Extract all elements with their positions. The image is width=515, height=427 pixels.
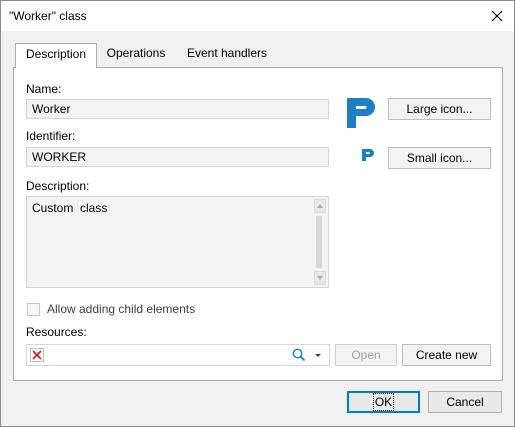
name-field[interactable]: Worker (26, 99, 329, 119)
description-text: Custom class (32, 201, 108, 215)
description-label: Description: (26, 179, 90, 193)
search-button[interactable] (291, 347, 307, 363)
description-textarea[interactable]: Custom class (26, 196, 329, 288)
cancel-button[interactable]: Cancel (428, 391, 502, 413)
ok-label: OK (372, 393, 395, 411)
ok-button[interactable]: OK (347, 391, 420, 413)
clear-icon (32, 350, 42, 360)
close-button[interactable] (486, 5, 508, 27)
tab-label: Event handlers (186, 46, 268, 60)
dropdown-arrow-icon (315, 354, 321, 357)
description-scrollbar[interactable] (313, 198, 327, 286)
scroll-down-icon (317, 276, 323, 280)
dropdown-button[interactable] (311, 347, 325, 363)
identifier-label: Identifier: (26, 129, 76, 143)
tab-event-handlers[interactable]: Event handlers (181, 43, 273, 66)
tab-label: Operations (106, 46, 166, 60)
large-icon-button[interactable]: Large icon... (388, 98, 491, 120)
class-large-icon (344, 96, 378, 130)
close-icon (491, 10, 503, 22)
small-icon-button[interactable]: Small icon... (388, 147, 491, 169)
clear-button[interactable] (30, 348, 44, 362)
scroll-up-icon (317, 204, 323, 208)
tab-operations[interactable]: Operations (101, 43, 171, 66)
scroll-up-button[interactable] (314, 199, 326, 213)
tab-description[interactable]: Description (15, 43, 97, 68)
class-small-icon (361, 148, 375, 162)
allow-child-label: Allow adding child elements (47, 302, 196, 316)
scroll-thumb[interactable] (316, 216, 322, 268)
title-bar: "Worker" class (1, 1, 514, 31)
description-panel: Name: Worker Identifier: WORKER Descript… (13, 67, 503, 381)
tab-label: Description (25, 47, 87, 61)
create-new-button[interactable]: Create new (402, 344, 491, 366)
window-title: "Worker" class (9, 9, 87, 23)
cancel-label: Cancel (446, 395, 484, 409)
resources-combo[interactable] (26, 344, 330, 366)
identifier-field[interactable]: WORKER (26, 147, 329, 167)
open-button[interactable]: Open (335, 344, 397, 366)
search-icon (292, 348, 306, 362)
name-label: Name: (26, 82, 62, 96)
scroll-down-button[interactable] (314, 271, 326, 285)
dialog-window: "Worker" class Description Operations Ev… (0, 0, 515, 427)
resources-label: Resources: (26, 325, 87, 339)
allow-child-checkbox[interactable] (27, 303, 40, 316)
